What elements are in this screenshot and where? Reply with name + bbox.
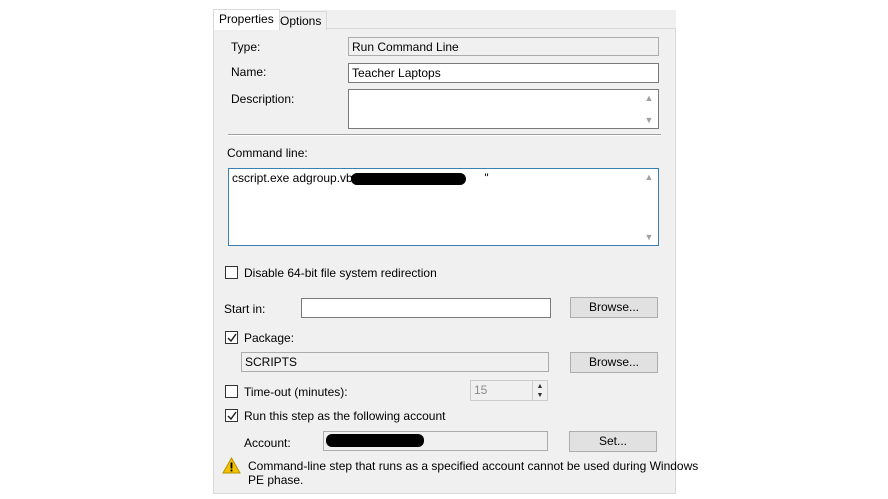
command-line-suffix: " [484, 171, 489, 185]
description-textarea[interactable]: ▲ ▼ [348, 89, 659, 129]
checkmark-icon [227, 411, 237, 421]
command-line-label: Command line: [227, 146, 308, 160]
command-line-text: cscript.exe adgroup.vbs " [232, 171, 367, 185]
chevron-up-icon[interactable]: ▲ [533, 382, 547, 391]
set-account-button[interactable]: Set... [569, 431, 657, 452]
warning-triangle-icon [222, 457, 241, 474]
start-in-input[interactable] [301, 298, 551, 318]
disable-redirection-checkbox[interactable] [225, 266, 238, 279]
package-field: SCRIPTS [241, 352, 549, 372]
tab-options[interactable]: Options [274, 11, 328, 30]
name-label: Name: [231, 65, 267, 79]
account-label: Account: [244, 436, 291, 450]
chevron-down-icon[interactable]: ▼ [641, 230, 657, 244]
disable-redirection-label: Disable 64-bit file system redirection [244, 266, 437, 280]
description-scrollbar[interactable]: ▲ ▼ [641, 91, 657, 127]
separator [228, 134, 661, 135]
warning-text-line2: PE phase. [248, 473, 304, 487]
chevron-up-icon[interactable]: ▲ [641, 170, 657, 184]
timeout-value: 15 [474, 383, 488, 397]
package-checkbox[interactable] [225, 331, 238, 344]
start-in-label: Start in: [224, 302, 266, 316]
name-input[interactable]: Teacher Laptops [348, 63, 659, 83]
command-line-scrollbar[interactable]: ▲ ▼ [641, 170, 657, 244]
timeout-label: Time-out (minutes): [244, 385, 348, 399]
tab-properties[interactable]: Properties [213, 9, 280, 30]
chevron-down-icon[interactable]: ▼ [641, 113, 657, 127]
stepper-arrows[interactable]: ▲ ▼ [532, 381, 547, 400]
redaction-mark [351, 173, 466, 185]
checkmark-icon [227, 333, 237, 343]
package-label: Package: [244, 331, 295, 345]
timeout-stepper[interactable]: 15 ▲ ▼ [470, 380, 548, 401]
warning-text-line1: Command-line step that runs as a specifi… [248, 459, 699, 473]
chevron-down-icon[interactable]: ▼ [533, 391, 547, 400]
redaction-mark [326, 434, 424, 447]
chevron-up-icon[interactable]: ▲ [641, 91, 657, 105]
type-field: Run Command Line [348, 37, 659, 56]
description-label: Description: [231, 92, 295, 106]
run-as-checkbox[interactable] [225, 409, 238, 422]
browse-start-in-button[interactable]: Browse... [570, 297, 658, 318]
timeout-checkbox[interactable] [225, 385, 238, 398]
run-as-label: Run this step as the following account [244, 409, 446, 423]
browse-package-button[interactable]: Browse... [570, 352, 658, 373]
type-label: Type: [231, 40, 261, 54]
